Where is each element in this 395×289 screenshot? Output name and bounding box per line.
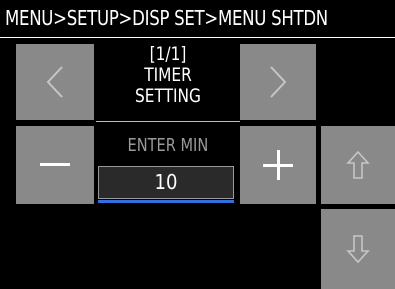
chevron-right-icon xyxy=(270,66,287,98)
scroll-down-button[interactable] xyxy=(321,209,395,289)
arrow-up-icon xyxy=(346,150,370,179)
title-line-1: TIMER xyxy=(144,64,192,86)
title-divider xyxy=(96,121,240,122)
breadcrumb: MENU>SETUP>DISP SET>MENU SHTDN xyxy=(5,6,328,30)
increase-button[interactable] xyxy=(240,126,316,204)
plus-icon xyxy=(263,150,293,180)
minutes-value-field[interactable]: 10 xyxy=(98,166,234,199)
prev-page-button[interactable] xyxy=(16,44,94,120)
page-title: [1/1] TIMER SETTING xyxy=(96,44,240,120)
scroll-up-button[interactable] xyxy=(321,126,395,204)
header-divider xyxy=(0,37,395,38)
value-focus-underline xyxy=(98,200,234,203)
arrow-down-icon xyxy=(346,235,370,264)
minus-icon xyxy=(40,163,70,166)
enter-min-label: ENTER MIN xyxy=(127,135,209,156)
page-indicator: [1/1] xyxy=(149,43,187,65)
title-line-2: SETTING xyxy=(135,85,201,107)
chevron-left-icon xyxy=(46,66,63,98)
header-bar: MENU>SETUP>DISP SET>MENU SHTDN xyxy=(0,0,395,38)
decrease-button[interactable] xyxy=(16,126,94,204)
next-page-button[interactable] xyxy=(240,44,316,120)
